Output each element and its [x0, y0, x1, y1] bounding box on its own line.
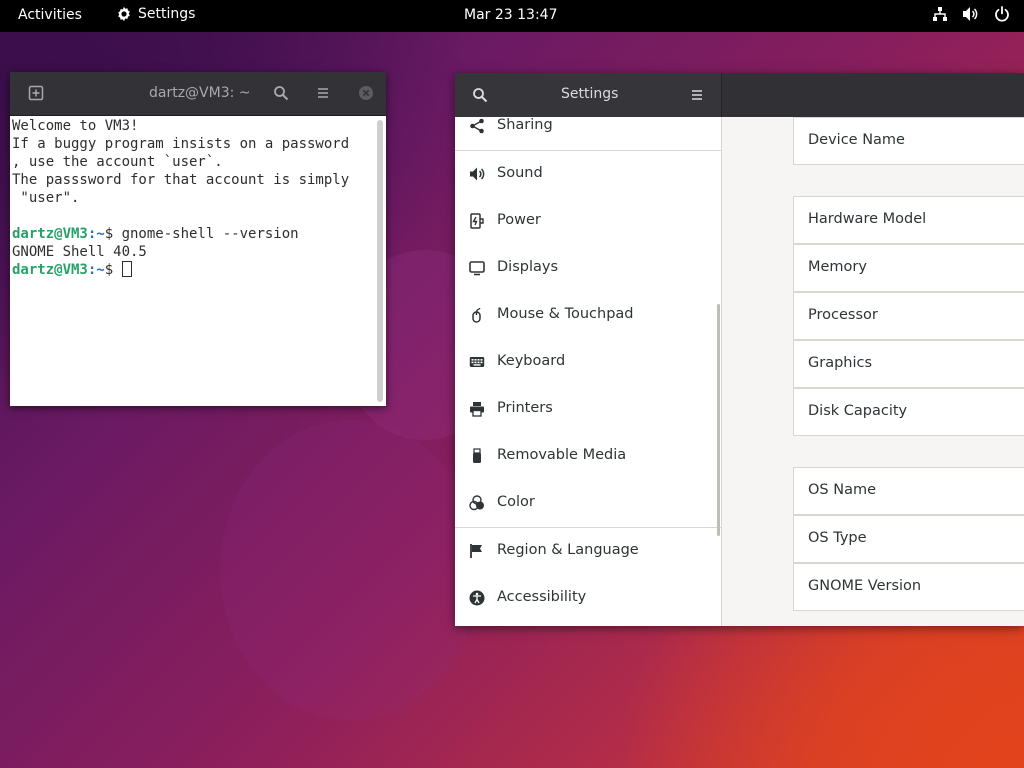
color-icon — [469, 495, 485, 511]
about-panel[interactable]: Device Name Hardware Model Memory Proces… — [722, 117, 1024, 626]
terminal-output[interactable]: Welcome to VM3! If a buggy program insis… — [10, 116, 386, 406]
app-menu-label: Settings — [138, 6, 196, 22]
sidebar-item-printers[interactable]: Printers — [455, 386, 721, 433]
printer-icon — [469, 401, 485, 417]
terminal-command: gnome-shell --version — [121, 226, 299, 242]
sidebar-item-label: Color — [497, 494, 535, 510]
sidebar-scrollbar[interactable] — [717, 304, 720, 536]
gear-icon — [116, 6, 132, 22]
power-icon — [469, 213, 485, 229]
row-label: Processor — [808, 307, 878, 323]
terminal-line: "user". — [12, 190, 80, 206]
header-divider — [721, 73, 722, 117]
row-label: Graphics — [808, 355, 873, 371]
terminal-prompt-line: dartz@VM3:~$ — [12, 261, 384, 279]
row-processor: Processor — [793, 292, 1024, 340]
terminal-line: If a buggy program insists on a password — [12, 136, 350, 152]
row-disk-capacity: Disk Capacity — [793, 388, 1024, 436]
displays-icon — [469, 260, 485, 276]
sharing-icon — [469, 118, 485, 134]
settings-sidebar-header[interactable]: Settings — [455, 73, 721, 117]
activities-button[interactable]: Activities — [18, 7, 82, 23]
prompt-user: dartz@VM3 — [12, 226, 88, 242]
terminal-scrollbar[interactable] — [377, 120, 383, 402]
row-label: Device Name — [808, 132, 905, 148]
sidebar-item-label: Printers — [497, 400, 553, 416]
sound-icon — [469, 166, 485, 182]
sidebar-item-label: Mouse & Touchpad — [497, 306, 634, 322]
sidebar-item-keyboard[interactable]: Keyboard — [455, 339, 721, 386]
menu-icon[interactable] — [315, 85, 331, 105]
terminal-line: , use the account `user`. — [12, 154, 223, 170]
clock[interactable]: Mar 23 13:47 — [464, 7, 557, 23]
terminal-output-line: GNOME Shell 40.5 — [12, 244, 147, 260]
sidebar-item-label: Removable Media — [497, 447, 627, 463]
sidebar-item-label: Displays — [497, 259, 559, 275]
terminal-prompt-line: dartz@VM3:~$ gnome-shell --version — [12, 225, 384, 243]
sidebar-item-label: Power — [497, 212, 541, 228]
terminal-line: The passsword for that account is simply — [12, 172, 350, 188]
sidebar-item-sound[interactable]: Sound — [455, 151, 721, 198]
sidebar-item-power[interactable]: Power — [455, 198, 721, 245]
volume-icon[interactable] — [962, 6, 980, 22]
prompt-symbol: $ — [104, 226, 122, 242]
sidebar-item-label: Region & Language — [497, 542, 639, 558]
terminal-window[interactable]: dartz@VM3: ~ Welcome to VM3! If a buggy … — [10, 72, 386, 406]
settings-sidebar[interactable]: Sharing Sound Power Displays Mouse & Tou… — [455, 117, 722, 626]
sidebar-item-region-language[interactable]: Region & Language — [455, 528, 721, 575]
search-icon[interactable] — [472, 87, 488, 107]
prompt-path: :~ — [87, 262, 105, 278]
new-tab-icon[interactable] — [28, 85, 44, 105]
sidebar-item-accessibility[interactable]: Accessibility — [455, 575, 721, 622]
search-icon[interactable] — [273, 85, 289, 105]
sidebar-item-label: Sharing — [497, 117, 553, 133]
sidebar-item-mouse-touchpad[interactable]: Mouse & Touchpad — [455, 292, 721, 339]
row-graphics: Graphics — [793, 340, 1024, 388]
sidebar-item-sharing[interactable]: Sharing — [455, 117, 721, 150]
sidebar-item-label: Sound — [497, 165, 543, 181]
row-label: GNOME Version — [808, 578, 922, 594]
sidebar-item-removable-media[interactable]: Removable Media — [455, 433, 721, 480]
terminal-titlebar[interactable]: dartz@VM3: ~ — [10, 72, 386, 116]
system-tray[interactable] — [932, 6, 1010, 22]
row-label: Hardware Model — [808, 211, 927, 227]
terminal-title: dartz@VM3: ~ — [149, 85, 251, 101]
app-menu-button[interactable]: Settings — [116, 6, 195, 22]
row-os-name: OS Name — [793, 467, 1024, 515]
sidebar-item-label: Accessibility — [497, 589, 587, 605]
row-label: Memory — [808, 259, 867, 275]
row-label: OS Name — [808, 482, 877, 498]
sidebar-item-label: Keyboard — [497, 353, 566, 369]
flag-icon — [469, 543, 485, 559]
prompt-symbol: $ — [104, 262, 122, 278]
mouse-icon — [469, 307, 485, 323]
prompt-path: :~ — [87, 226, 105, 242]
terminal-line: Welcome to VM3! — [12, 118, 139, 134]
row-memory: Memory — [793, 244, 1024, 292]
row-label: OS Type — [808, 530, 867, 546]
row-device-name[interactable]: Device Name — [793, 117, 1024, 165]
settings-title: Settings — [561, 86, 619, 102]
top-bar: Activities Settings Mar 23 13:47 — [0, 0, 1024, 32]
power-icon[interactable] — [994, 6, 1010, 22]
keyboard-icon — [469, 354, 485, 370]
row-label: Disk Capacity — [808, 403, 908, 419]
usb-icon — [469, 448, 485, 464]
settings-headerbar[interactable]: Settings — [455, 73, 1024, 117]
sidebar-item-color[interactable]: Color — [455, 480, 721, 527]
accessibility-icon — [469, 590, 485, 606]
sidebar-item-displays[interactable]: Displays — [455, 245, 721, 292]
close-icon[interactable] — [358, 85, 374, 105]
network-icon[interactable] — [932, 6, 948, 22]
wallpaper-swirl — [220, 420, 480, 720]
row-hardware-model: Hardware Model — [793, 196, 1024, 244]
prompt-user: dartz@VM3 — [12, 262, 88, 278]
menu-icon[interactable] — [689, 87, 705, 107]
terminal-cursor — [121, 261, 132, 277]
row-os-type: OS Type — [793, 515, 1024, 563]
row-gnome-version: GNOME Version — [793, 563, 1024, 611]
settings-window[interactable]: Settings Sharing Sound Power Displays Mo… — [455, 73, 1024, 626]
